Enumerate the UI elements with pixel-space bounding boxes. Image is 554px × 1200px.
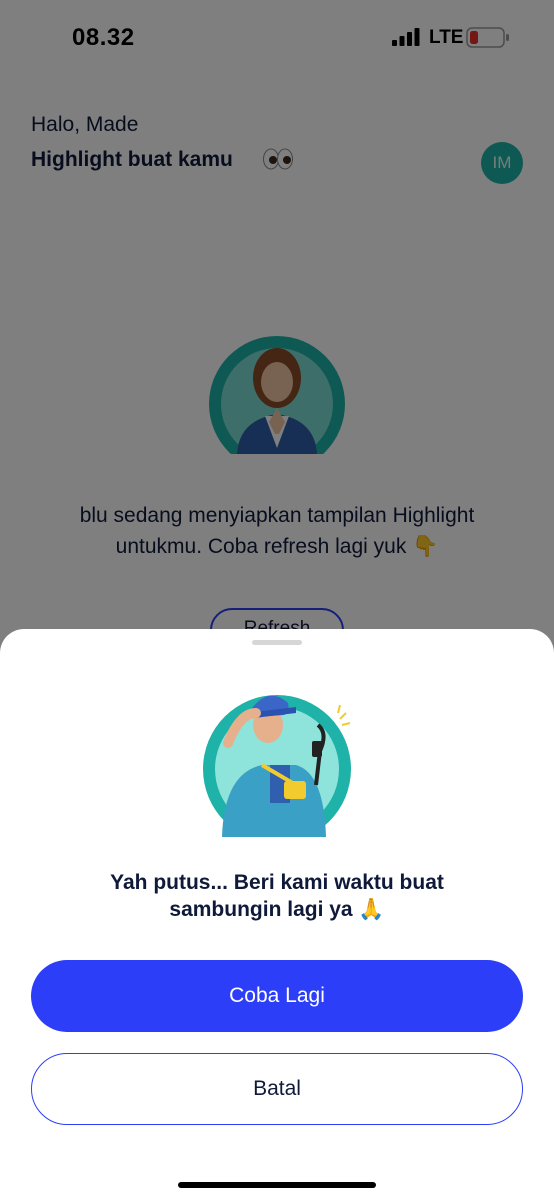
home-indicator[interactable] [178,1182,376,1188]
retry-button[interactable]: Coba Lagi [31,960,523,1032]
man-with-cable-illustration [203,695,351,837]
cancel-button[interactable]: Batal [31,1053,523,1125]
sheet-grabber[interactable] [252,640,302,645]
connection-error-sheet: Yah putus... Beri kami waktu buat sambun… [0,629,554,1200]
sheet-message: Yah putus... Beri kami waktu buat sambun… [110,871,444,921]
